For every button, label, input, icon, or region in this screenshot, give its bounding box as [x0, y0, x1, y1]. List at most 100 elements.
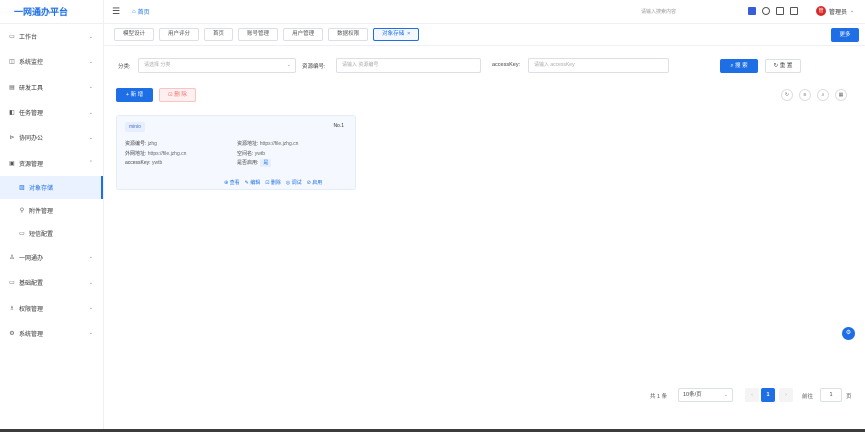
- app-title: 一网通办平台: [0, 0, 103, 24]
- sidebar-item-gear[interactable]: ⚙ 系统管理 ⌄: [0, 321, 103, 346]
- sidebar-item-config[interactable]: ▭ 基础配置 ⌄: [0, 270, 103, 295]
- monitor-icon: ▭: [9, 34, 15, 41]
- sidebar: 一网通办平台 ▭ 工作台 ⌄ ◫ 系统监控 ⌄ ▤ 研发工具 ⌄ ◧ 任务管理 ⌄ ⊳ 协同办公 ⌄ ▣ 资源管…: [0, 0, 104, 432]
- goto-page-input[interactable]: 1: [820, 388, 842, 402]
- tab-label: 对象存储: [382, 31, 405, 37]
- user-name: 管理员: [829, 9, 848, 16]
- page-size-select[interactable]: 10条/页 ⌄: [678, 388, 733, 402]
- search-button[interactable]: ⌕ 搜 索: [720, 59, 758, 73]
- eye-action[interactable]: ⊕ 查看: [224, 179, 240, 186]
- lock-icon[interactable]: [790, 7, 798, 15]
- theme-icon[interactable]: [748, 7, 756, 15]
- delete-button[interactable]: ⊡ 删 除: [159, 88, 196, 102]
- edit-action[interactable]: ✎ 编辑: [245, 179, 261, 186]
- shield-icon[interactable]: [762, 7, 770, 15]
- resource-code-field: 资源编号: jzhg: [125, 141, 157, 147]
- card-actions: ⊕ 查看 ✎ 编辑 ⊡ 删除 ◎ 调试 ⊘ 启用: [224, 179, 322, 186]
- card-number: No.1: [333, 123, 344, 129]
- chevron-down-icon: ⌄: [88, 254, 93, 261]
- debug-action[interactable]: ◎ 调试: [286, 179, 302, 186]
- header-search-input[interactable]: 请输入搜索内容: [641, 8, 676, 15]
- storage-card: minio No.1 资源编号: jzhg 外网地址: https://file…: [116, 115, 356, 190]
- enabled-badge: 是: [260, 159, 272, 167]
- prev-page-button[interactable]: ‹: [745, 388, 759, 402]
- storage-icon: ▨: [19, 184, 25, 191]
- search-icon[interactable]: ⌕: [817, 89, 829, 101]
- bucket-field: 空间名: ywtb: [237, 151, 266, 157]
- chevron-left-icon: ‹: [751, 392, 753, 398]
- tab-label: 模型设计: [123, 31, 146, 37]
- chevron-down-icon: ⌄: [88, 279, 93, 286]
- hamburger-icon[interactable]: ☰: [112, 6, 122, 17]
- tab-0[interactable]: 模型设计: [114, 28, 155, 41]
- sidebar-item-label: 研发工具: [19, 85, 44, 92]
- user-menu[interactable]: 管 管理员 ⌄: [816, 6, 854, 16]
- enable-action[interactable]: ⊘ 启用: [307, 179, 323, 186]
- sms-icon: ▭: [19, 230, 25, 237]
- tab-1[interactable]: 用户评分: [159, 28, 200, 41]
- chart-icon: ◫: [9, 59, 15, 66]
- sidebar-item-label: 基础配置: [19, 281, 44, 288]
- sidebar-item-label: 任务管理: [19, 111, 44, 118]
- sidebar-item-label: 工作台: [19, 35, 38, 42]
- float-settings-button[interactable]: ⚙: [842, 327, 855, 340]
- tab-bar: 模型设计 用户评分 首页 账号管理 用户管理 数据权限 对象存储 ×: [104, 24, 865, 46]
- tab-label: 数据权限: [337, 31, 360, 37]
- avatar: 管: [816, 6, 826, 16]
- close-icon[interactable]: ×: [407, 31, 410, 37]
- chevron-right-icon: ›: [785, 392, 787, 398]
- sidebar-item-label: 系统监控: [19, 60, 44, 67]
- tool-icon: ▤: [9, 84, 15, 91]
- sidebar-item-monitor[interactable]: ▭ 工作台 ⌄: [0, 24, 103, 49]
- chevron-up-icon: ⌃: [88, 160, 93, 167]
- tab-5[interactable]: 数据权限: [328, 28, 369, 41]
- accesskey-field: accessKey: ywtb: [125, 160, 163, 166]
- sidebar-item-resource[interactable]: ▣ 资源管理 ⌃: [0, 150, 103, 175]
- tab-4[interactable]: 用户管理: [283, 28, 324, 41]
- sidebar-item-flow[interactable]: ⊳ 协同办公 ⌄: [0, 125, 103, 150]
- sidebar-item-chart[interactable]: ◫ 系统监控 ⌄: [0, 49, 103, 74]
- accesskey-input[interactable]: 请输入 accessKey: [528, 58, 669, 73]
- chevron-down-icon: ⌄: [88, 33, 93, 40]
- chevron-down-icon: ⌄: [88, 58, 93, 65]
- sidebar-item-attachment[interactable]: ⚲ 附件管理: [0, 199, 103, 222]
- chevron-down-icon: ⌄: [723, 392, 728, 398]
- columns-icon[interactable]: ≡: [799, 89, 811, 101]
- page-number-current[interactable]: 1: [761, 388, 775, 402]
- sidebar-menu: ▭ 工作台 ⌄ ◫ 系统监控 ⌄ ▤ 研发工具 ⌄ ◧ 任务管理 ⌄ ⊳ 协同办公 ⌄ ▣ 资源管理 ⌃ ▨ 对象存储…: [0, 24, 103, 346]
- page-unit-label: 页: [846, 394, 852, 400]
- trash-icon: ⊡: [168, 92, 173, 98]
- tab-6[interactable]: 对象存储 ×: [373, 28, 420, 41]
- reset-button[interactable]: ↻ 重 置: [765, 59, 801, 73]
- chevron-down-icon: ⌄: [286, 62, 291, 68]
- tab-label: 用户管理: [292, 31, 315, 37]
- sidebar-item-permission[interactable]: ♗ 权限管理 ⌄: [0, 295, 103, 320]
- sidebar-item-storage[interactable]: ▨ 对象存储: [0, 175, 103, 199]
- trash-action[interactable]: ⊡ 删除: [265, 179, 281, 186]
- refresh-icon[interactable]: ↻: [781, 89, 793, 101]
- breadcrumb-home: 首页: [137, 10, 150, 16]
- sidebar-item-user-group[interactable]: ♙ 一网通办 ⌄: [0, 245, 103, 270]
- tab-2[interactable]: 首页: [204, 28, 234, 41]
- next-page-button[interactable]: ›: [779, 388, 793, 402]
- task-icon: ◧: [9, 110, 15, 117]
- home-icon: ⌂: [132, 8, 136, 15]
- more-button[interactable]: 更多: [831, 28, 859, 42]
- breadcrumb[interactable]: ⌂ 首页: [132, 7, 150, 17]
- sidebar-item-task[interactable]: ◧ 任务管理 ⌄: [0, 100, 103, 125]
- sidebar-item-sms[interactable]: ▭ 短信配置: [0, 222, 103, 245]
- table-tools: ↻ ≡ ⌕ ▦: [781, 89, 847, 101]
- goto-label: 前往: [802, 394, 814, 400]
- resource-code-label: 资源编号:: [302, 64, 326, 70]
- sidebar-item-tool[interactable]: ▤ 研发工具 ⌄: [0, 75, 103, 100]
- sidebar-item-label: 权限管理: [19, 306, 44, 313]
- resource-code-input[interactable]: 请输入 资源编号: [336, 58, 481, 73]
- tab-3[interactable]: 账号管理: [238, 28, 279, 41]
- category-select[interactable]: 请选择 分类 ⌄: [138, 58, 296, 73]
- chevron-down-icon: ⌄: [88, 134, 93, 141]
- chevron-down-icon: ⌄: [88, 109, 93, 116]
- fullscreen-icon[interactable]: [776, 7, 784, 15]
- sidebar-item-label: 一网通办: [19, 255, 44, 262]
- grid-icon[interactable]: ▦: [835, 89, 847, 101]
- add-button[interactable]: + 新 增: [116, 88, 153, 102]
